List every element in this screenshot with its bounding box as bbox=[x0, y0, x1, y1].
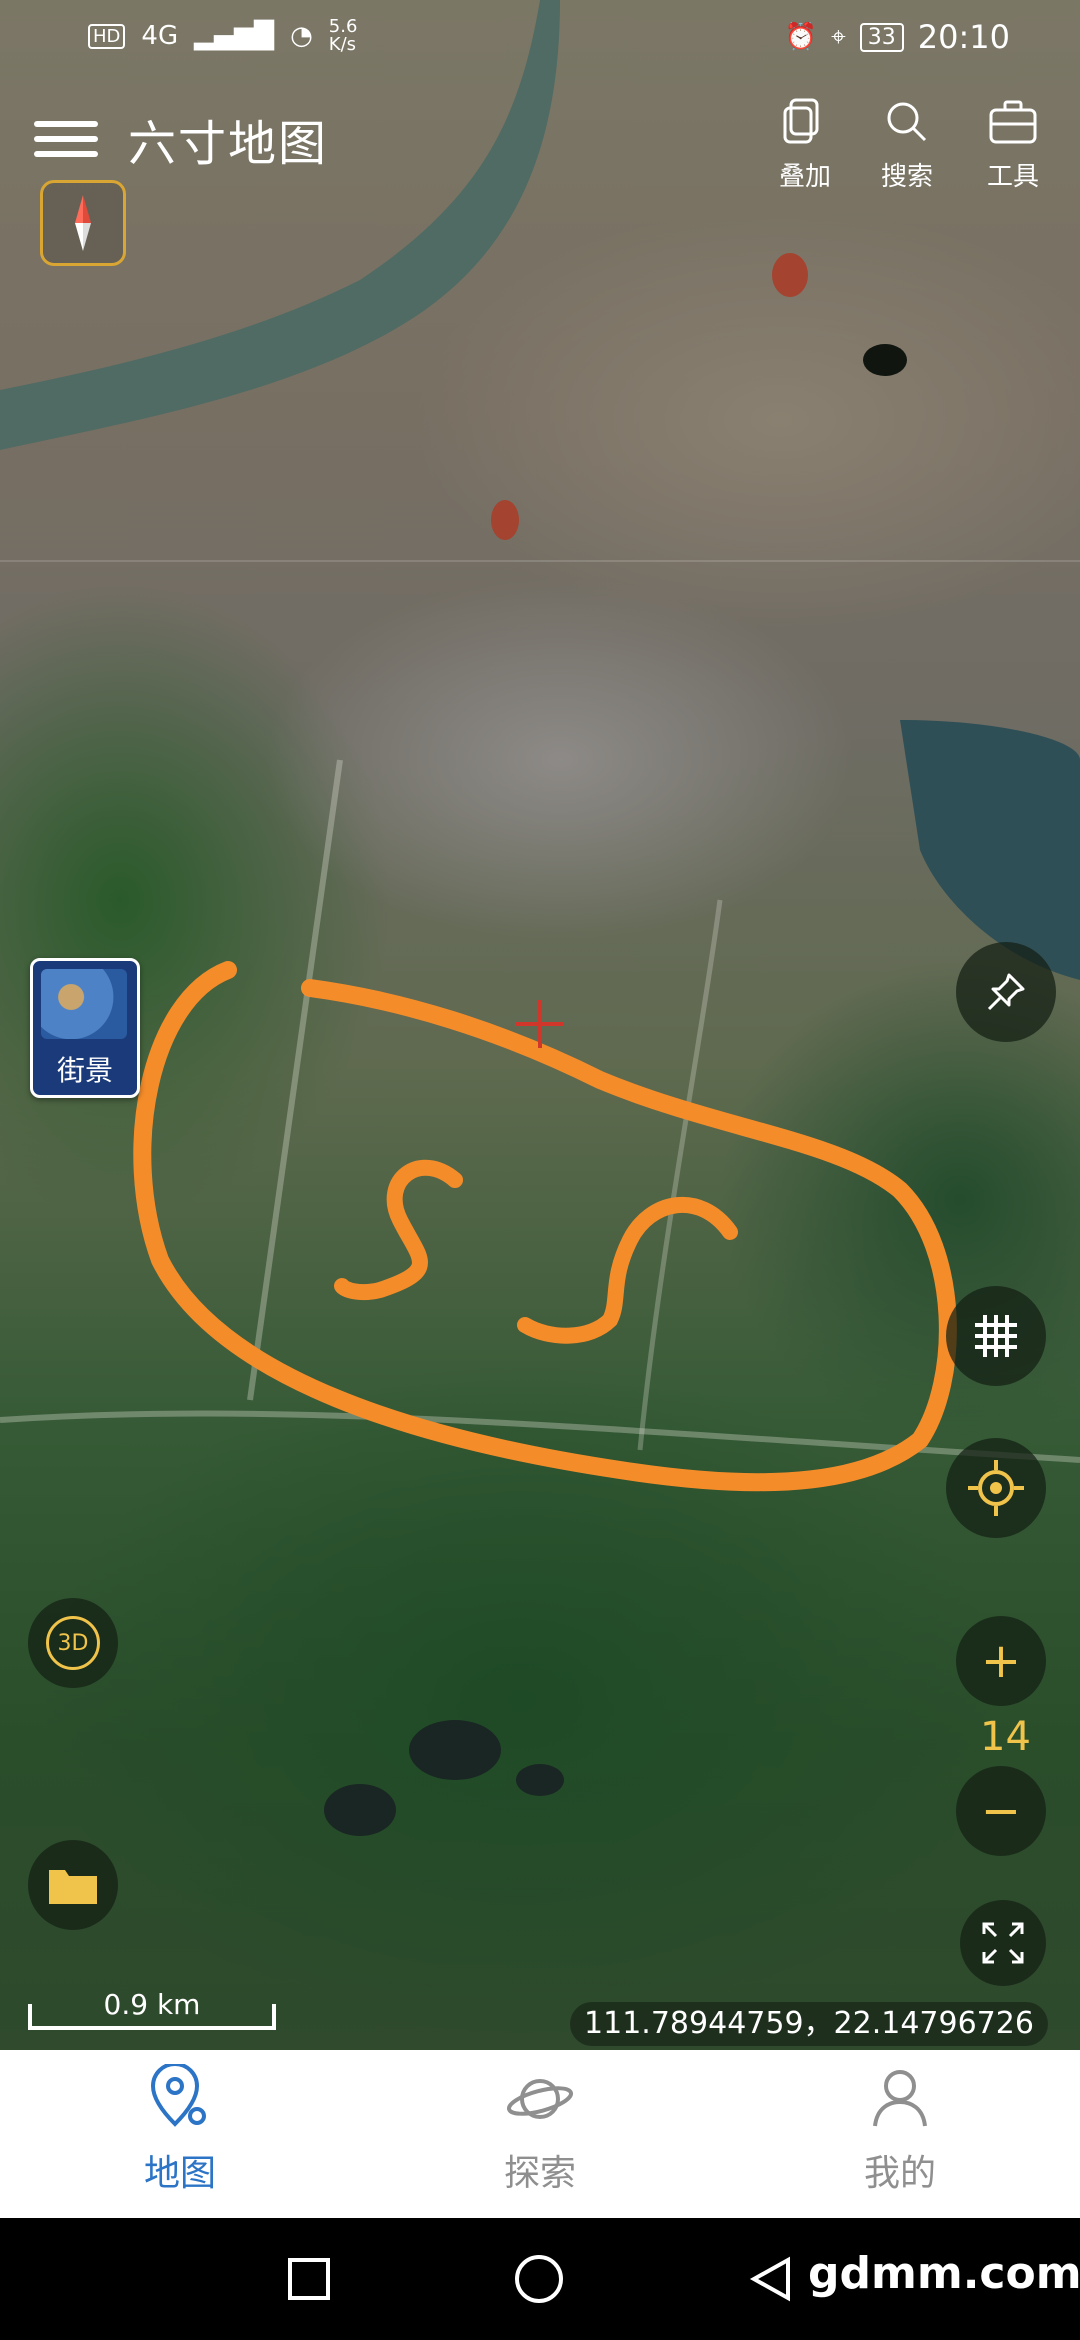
wifi-icon: ◔ bbox=[290, 21, 313, 51]
top-bar: 六寸地图 叠加 搜索 工具 bbox=[0, 90, 1080, 200]
satellite-map[interactable]: HD 4G ▂▄▆█ ◔ 5.6 K/s ⏰ ⌖ 33 20:10 六寸地图 叠 bbox=[0, 0, 1080, 2050]
battery-level: 33 bbox=[859, 22, 904, 52]
user-icon bbox=[865, 2064, 935, 2134]
square-icon bbox=[288, 2258, 330, 2300]
nav-me[interactable]: 我的 bbox=[800, 2064, 1000, 2196]
zoom-level: 14 bbox=[980, 1714, 1031, 1760]
search-button[interactable]: 搜索 bbox=[862, 94, 952, 193]
nav-explore-label: 探索 bbox=[503, 2153, 576, 2194]
compass-button[interactable] bbox=[40, 180, 126, 266]
home-button[interactable] bbox=[514, 2254, 564, 2304]
scale-bar: 0.9 km bbox=[28, 1988, 276, 2030]
plus-icon: + bbox=[980, 1633, 1022, 1689]
location-icon: ⌖ bbox=[831, 21, 846, 52]
circle-icon bbox=[515, 2255, 563, 2303]
streetview-label: 街景 bbox=[56, 1054, 113, 1087]
zoom-in-button[interactable]: + bbox=[956, 1616, 1046, 1706]
watermark: gdmm.com bbox=[808, 2248, 1080, 2299]
alarm-icon: ⏰ bbox=[784, 22, 818, 52]
grid-icon bbox=[975, 1315, 1017, 1357]
app-title: 六寸地图 bbox=[128, 116, 329, 172]
globe-icon bbox=[41, 969, 127, 1039]
overlay-label: 叠加 bbox=[778, 162, 831, 192]
folder-button[interactable] bbox=[28, 1840, 118, 1930]
pin-button[interactable] bbox=[956, 942, 1056, 1042]
search-label: 搜索 bbox=[880, 162, 933, 192]
layers-icon bbox=[777, 94, 833, 150]
minus-icon: − bbox=[980, 1783, 1022, 1839]
overlay-button[interactable]: 叠加 bbox=[760, 94, 850, 193]
coordinates-readout: 111.78944759，22.14796726 bbox=[570, 2002, 1048, 2046]
scale-label: 0.9 km bbox=[103, 1988, 201, 2021]
bottom-nav: 地图 探索 我的 bbox=[0, 2050, 1080, 2218]
tools-button[interactable]: 工具 bbox=[968, 94, 1058, 193]
3d-icon: 3D bbox=[46, 1616, 100, 1670]
menu-button[interactable] bbox=[34, 112, 98, 168]
nav-explore[interactable]: 探索 bbox=[440, 2064, 640, 2196]
nav-me-label: 我的 bbox=[863, 2153, 936, 2194]
streetview-button[interactable]: 街景 bbox=[30, 958, 140, 1098]
fullscreen-icon bbox=[982, 1922, 1024, 1964]
locate-button[interactable] bbox=[946, 1438, 1046, 1538]
river-shape bbox=[0, 0, 1080, 1836]
view-3d-button[interactable]: 3D bbox=[28, 1598, 118, 1688]
triangle-back-icon bbox=[749, 2256, 790, 2302]
pin-icon bbox=[987, 973, 1025, 1011]
planet-icon bbox=[505, 2064, 575, 2134]
hd-icon: HD bbox=[88, 23, 126, 49]
network-speed: 5.6 K/s bbox=[328, 16, 358, 55]
folder-icon bbox=[49, 1870, 97, 1904]
map-pin-icon bbox=[145, 2062, 215, 2134]
nav-map[interactable]: 地图 bbox=[80, 2062, 280, 2196]
recents-button[interactable] bbox=[284, 2254, 334, 2304]
annotation-s-right bbox=[517, 1196, 738, 1344]
search-icon bbox=[879, 94, 935, 150]
locate-icon bbox=[968, 1460, 1024, 1516]
status-bar: HD 4G ▂▄▆█ ◔ 5.6 K/s ⏰ ⌖ 33 20:10 bbox=[0, 0, 1080, 80]
annotation-s-left bbox=[334, 1159, 463, 1301]
clock: 20:10 bbox=[917, 18, 1010, 56]
nav-map-label: 地图 bbox=[143, 2153, 216, 2194]
system-nav-bar: gdmm.com bbox=[0, 2218, 1080, 2340]
network-label: 4G bbox=[141, 21, 179, 51]
compass-icon bbox=[75, 195, 91, 251]
zoom-out-button[interactable]: − bbox=[956, 1766, 1046, 1856]
fullscreen-button[interactable] bbox=[960, 1900, 1046, 1986]
grid-button[interactable] bbox=[946, 1286, 1046, 1386]
toolbox-icon bbox=[985, 94, 1041, 150]
signal-icon: ▂▄▆█ bbox=[194, 21, 275, 51]
tools-label: 工具 bbox=[986, 162, 1039, 192]
annotation-loop bbox=[133, 961, 957, 1492]
back-button[interactable] bbox=[746, 2254, 796, 2304]
